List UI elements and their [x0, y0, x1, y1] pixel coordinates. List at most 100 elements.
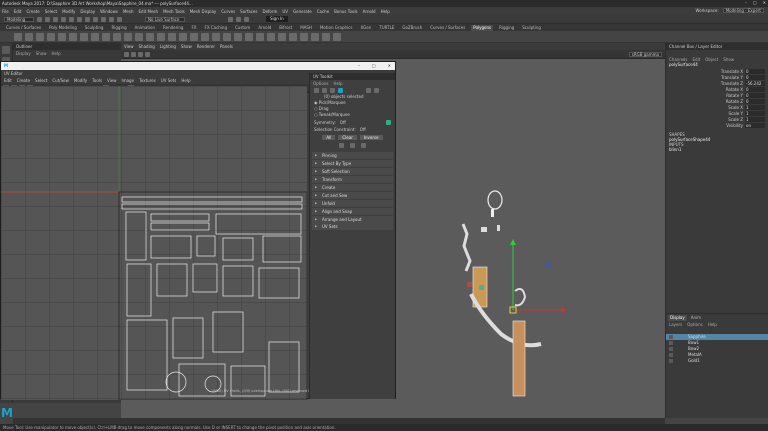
uv-menu-create[interactable]: Create — [17, 78, 30, 83]
menu-edit[interactable]: Edit — [14, 9, 22, 14]
shelf-tool-icon[interactable] — [14, 32, 22, 41]
shelf-tool-icon[interactable] — [91, 32, 99, 41]
uv-shells[interactable] — [121, 196, 303, 397]
wireframe-icon[interactable] — [131, 51, 136, 57]
save-scene-icon[interactable] — [53, 16, 58, 22]
menu-windows[interactable]: Windows — [100, 9, 118, 14]
channel-menu-channels[interactable]: Channels — [669, 57, 688, 62]
uv-menu-tools[interactable]: Tools — [92, 78, 102, 83]
channel-attr-value[interactable]: 1 — [745, 116, 765, 122]
viewport-menu-panels[interactable]: Panels — [220, 44, 233, 49]
menu-mesh-display[interactable]: Mesh Display — [190, 9, 217, 14]
menu-cache[interactable]: Cache — [317, 9, 329, 14]
viewport-menu-lighting[interactable]: Lighting — [160, 44, 176, 49]
shelf-tool-icon[interactable] — [278, 32, 286, 41]
uv-menu-uv-sets[interactable]: UV Sets — [161, 78, 177, 83]
viewport-menu-view[interactable]: View — [124, 44, 134, 49]
menu-uv[interactable]: UV — [282, 9, 288, 14]
uv-toolkit-section-align-and-snap[interactable]: Align and Snap — [312, 208, 393, 215]
menuset-select[interactable]: Modeling — [4, 16, 34, 22]
select-all-button[interactable]: All — [322, 135, 336, 140]
shelf-tool-icon[interactable] — [69, 32, 77, 41]
uv-mode-icon[interactable] — [338, 87, 343, 93]
selection-constraint-select[interactable]: Off — [360, 127, 366, 132]
uv-minimize-button[interactable]: – — [358, 62, 360, 70]
layer-row[interactable]: Gold1 — [666, 358, 768, 364]
uv-menu-select[interactable]: Select — [35, 78, 47, 83]
input-name[interactable]: blinn1 — [666, 147, 768, 152]
uv-menu-view[interactable]: View — [107, 78, 117, 83]
shelf-tab-sculpting[interactable]: Sculpting — [520, 25, 543, 31]
select-object-icon[interactable] — [85, 16, 90, 22]
viewport-menu-shading[interactable]: Shading — [139, 44, 155, 49]
camera-select-icon[interactable] — [124, 51, 129, 57]
layer-menu-help[interactable]: Help — [708, 322, 717, 327]
select-tool-icon[interactable] — [2, 46, 10, 54]
uv-toolkit-section-arrange-and-layout[interactable]: Arrange and Layout — [312, 216, 393, 223]
shelf-tab-fx-caching[interactable]: FX Caching — [203, 25, 229, 31]
shelf-tab-xgen[interactable]: XGen — [358, 25, 373, 31]
shelf-tool-icon[interactable] — [289, 32, 297, 41]
layer-menu-options[interactable]: Options — [687, 322, 702, 327]
shelf-tool-icon[interactable] — [201, 32, 209, 41]
layer-tab-anim[interactable]: Anim — [689, 315, 703, 321]
shelf-tool-icon[interactable] — [124, 32, 132, 41]
uv-menu-cut-sew[interactable]: Cut/Sew — [52, 78, 69, 83]
menu-help[interactable]: Help — [381, 9, 390, 14]
render-settings-icon[interactable] — [244, 16, 249, 22]
channel-attr-value[interactable]: on — [745, 122, 765, 128]
sign-in-button[interactable]: Sign In — [266, 16, 288, 22]
smooth-shade-icon[interactable] — [138, 51, 143, 57]
shelf-tool-icon[interactable] — [168, 32, 176, 41]
channel-attr-value[interactable]: 1 — [745, 104, 765, 110]
channel-attr-value[interactable]: -56.242 — [745, 80, 765, 86]
move-manip-z-axis[interactable] — [546, 261, 552, 267]
channel-attr-value[interactable]: 0 — [745, 74, 765, 80]
uv-menu-edit[interactable]: Edit — [4, 78, 12, 83]
shelf-tab-sculpting[interactable]: Sculpting — [83, 25, 106, 31]
menu-edit-mesh[interactable]: Edit Mesh — [139, 9, 159, 14]
shelf-tool-icon[interactable] — [157, 32, 165, 41]
shelf-tool-icon[interactable] — [135, 32, 143, 41]
select-border-icon[interactable] — [350, 143, 355, 148]
select-inverse-button[interactable]: Inverse — [359, 135, 383, 140]
snap-curve-icon[interactable] — [109, 16, 114, 22]
shelf-tool-icon[interactable] — [47, 32, 55, 41]
uv-grid-view[interactable] — [1, 86, 307, 400]
layer-menu-layers[interactable]: Layers — [669, 322, 682, 327]
select-shell-icon[interactable] — [339, 143, 344, 148]
shelf-tab-rendering[interactable]: Rendering — [161, 25, 185, 31]
uv-menu-modify[interactable]: Modify — [74, 78, 87, 83]
channel-attr-value[interactable]: 1 — [745, 110, 765, 116]
minimize-button[interactable]: – — [745, 0, 747, 5]
shelf-tool-icon[interactable] — [146, 32, 154, 41]
uv-toolkit-section-create[interactable]: Create — [312, 184, 393, 191]
layer-visibility-icon[interactable] — [669, 335, 673, 339]
face-mode-icon[interactable] — [330, 87, 335, 93]
uv-toolkit-section-select-by-type[interactable]: Select By Type — [312, 160, 393, 167]
shelf-tool-icon[interactable] — [58, 32, 66, 41]
uv-toolkit-section-pinning[interactable]: Pinning — [312, 152, 393, 159]
shelf-tool-icon[interactable] — [179, 32, 187, 41]
shelf-tab-turtle[interactable]: TURTLE — [377, 25, 396, 31]
new-scene-icon[interactable] — [37, 16, 42, 22]
shelf-tool-icon[interactable] — [190, 32, 198, 41]
viewport-menu-show[interactable]: Show — [181, 44, 192, 49]
channel-attr-value[interactable]: 0 — [745, 98, 765, 104]
shelf-tool-icon[interactable] — [25, 32, 33, 41]
shelf-tool-icon[interactable] — [36, 32, 44, 41]
shelf-tool-icon[interactable] — [333, 32, 341, 41]
channel-attr-value[interactable]: 0 — [745, 92, 765, 98]
symmetry-icon[interactable] — [386, 119, 391, 125]
layer-tab-display[interactable]: Display — [668, 314, 687, 321]
shelf-tool-icon[interactable] — [256, 32, 264, 41]
channel-menu-show[interactable]: Show — [723, 57, 734, 62]
layer-visibility-icon[interactable] — [669, 353, 673, 357]
shelf-tool-icon[interactable] — [322, 32, 330, 41]
shelf-tab-polygons[interactable]: Polygons — [471, 24, 494, 31]
uv-toolkit-menu-help[interactable]: Help — [333, 81, 342, 86]
uv-menu-textures[interactable]: Textures — [139, 78, 156, 83]
shelf-tab-bifrost[interactable]: Bifrost — [277, 25, 294, 31]
shelf-tool-icon[interactable] — [245, 32, 253, 41]
shelf-tab-curves-surfaces[interactable]: Curves / Surfaces — [4, 25, 43, 31]
